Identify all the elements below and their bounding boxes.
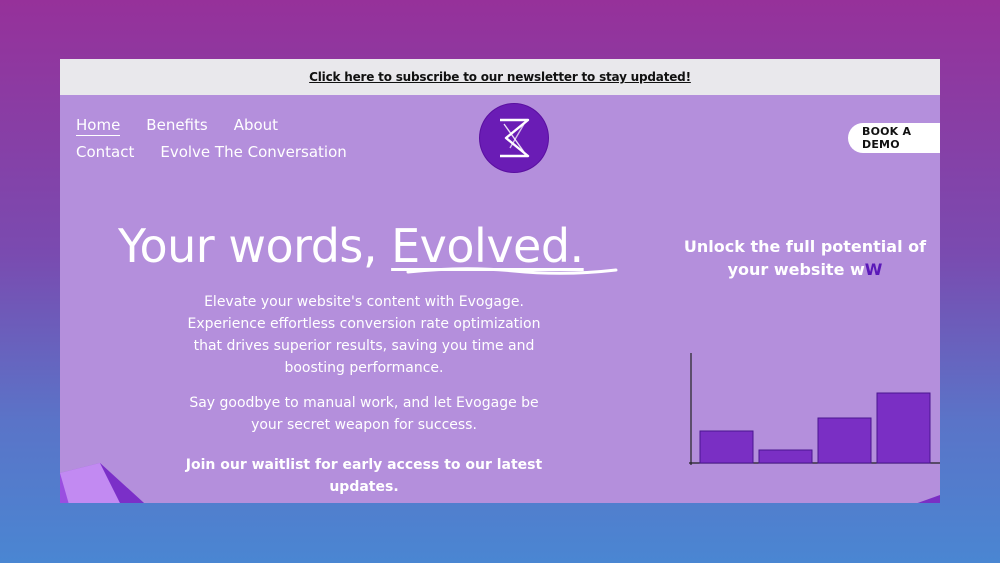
side-headline-main: Unlock the full potential of your websit…: [683, 237, 927, 279]
side-headline-accent: W: [864, 260, 883, 279]
nav-item-evolve-the-conversation[interactable]: Evolve The Conversation: [160, 143, 346, 161]
website-frame: Click here to subscribe to our newslette…: [60, 59, 940, 503]
waitlist-text: Join our waitlist for early access to ou…: [185, 457, 543, 495]
corner-decoration-icon: [917, 495, 940, 503]
headline-prefix: Your words,: [118, 219, 392, 273]
nav-item-about[interactable]: About: [234, 116, 278, 136]
hero-paragraph-1: Elevate your website's content with Evog…: [187, 294, 541, 376]
side-headline: Unlock the full potential of your websit…: [672, 235, 938, 281]
nav-item-benefits[interactable]: Benefits: [146, 116, 207, 136]
evogage-logo[interactable]: [480, 104, 548, 172]
main-nav: Home Benefits About Contact Evolve The C…: [76, 116, 347, 168]
book-demo-button[interactable]: BOOK A DEMO: [848, 123, 940, 153]
underline-squiggle-icon: [406, 267, 618, 275]
bar-chart: [689, 353, 940, 465]
chart-bar-3: [817, 417, 872, 464]
newsletter-link[interactable]: Click here to subscribe to our newslette…: [309, 70, 691, 84]
gem-decoration-icon: [60, 463, 144, 503]
nav-item-contact[interactable]: Contact: [76, 143, 134, 161]
hero-paragraph-2: Say goodbye to manual work, and let Evog…: [189, 395, 539, 433]
chart-bar-1: [699, 430, 754, 464]
logo-mark-icon: [500, 118, 530, 158]
chart-bar-2: [758, 449, 813, 464]
nav-item-home[interactable]: Home: [76, 116, 121, 136]
newsletter-banner: Click here to subscribe to our newslette…: [60, 59, 940, 95]
chart-bar-4: [876, 392, 931, 464]
